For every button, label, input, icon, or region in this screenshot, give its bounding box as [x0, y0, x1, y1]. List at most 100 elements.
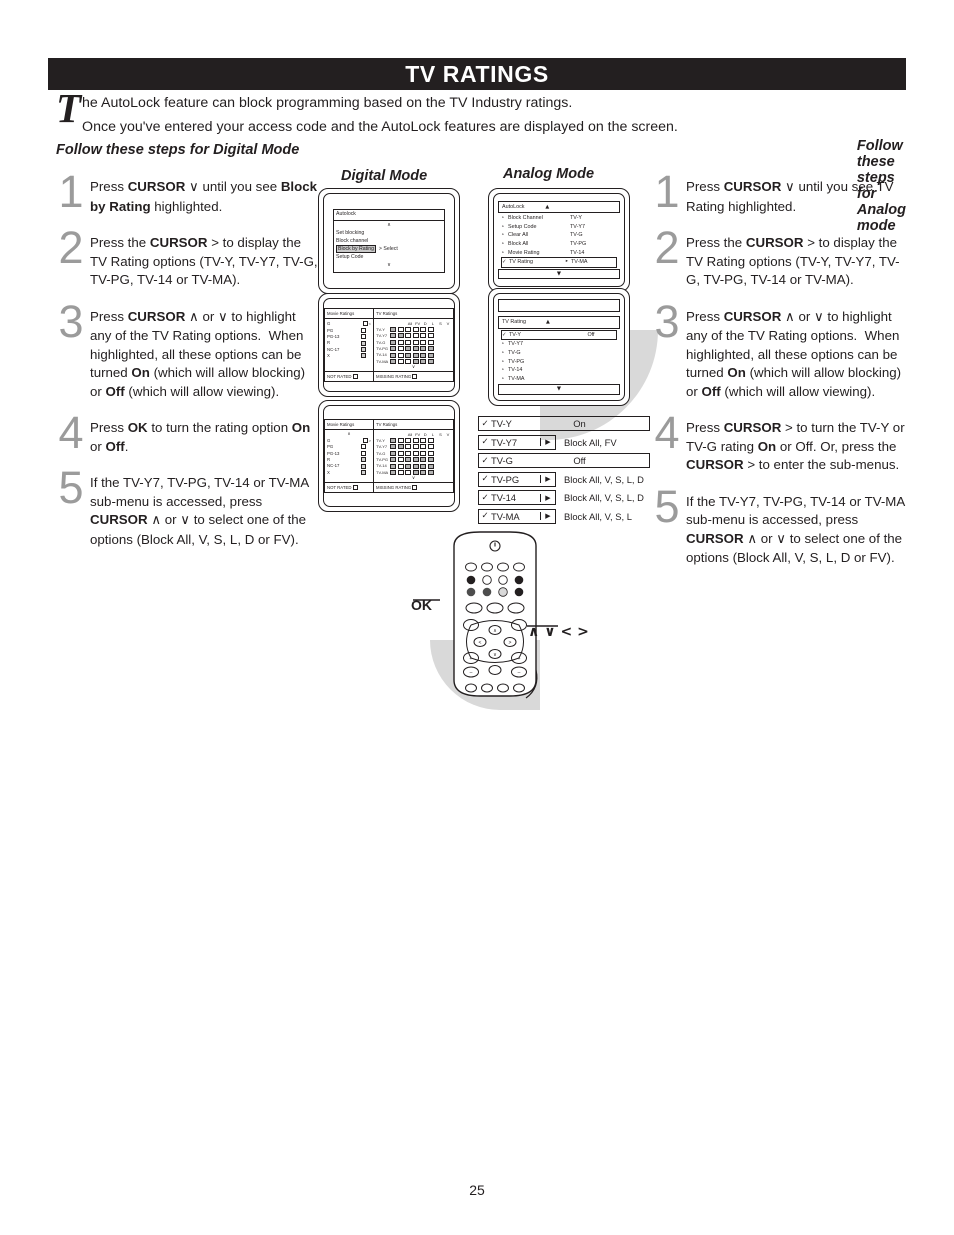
- rating-option-row[interactable]: ✓ TV-G Off: [478, 453, 650, 468]
- checkbox[interactable]: [397, 327, 404, 333]
- checkbox[interactable]: [361, 463, 366, 469]
- checkbox[interactable]: [420, 327, 427, 333]
- missing-rating-row[interactable]: MISSING RATING: [374, 483, 453, 492]
- checkbox[interactable]: [397, 469, 404, 475]
- checkbox[interactable]: [397, 450, 404, 456]
- rating-option-pill[interactable]: ✓ TV-G Off: [478, 453, 650, 468]
- rating-option-pill[interactable]: ✓ TV-Y7 ▶: [478, 434, 556, 450]
- scroll-down-icon[interactable]: ▼: [498, 384, 620, 395]
- checkbox[interactable]: [390, 450, 396, 456]
- checkbox[interactable]: [397, 457, 404, 463]
- movie-rating-row[interactable]: PG: [327, 327, 371, 333]
- menu-item[interactable]: ∘ Movie Rating TV-14: [501, 249, 617, 258]
- checkbox[interactable]: [405, 352, 412, 358]
- checkbox[interactable]: [405, 469, 412, 475]
- checkbox[interactable]: [427, 463, 434, 469]
- checkbox[interactable]: [420, 450, 427, 456]
- scroll-down-icon[interactable]: ▼: [498, 268, 620, 280]
- scroll-down-icon[interactable]: ∨: [376, 365, 451, 371]
- checkbox[interactable]: [390, 463, 396, 469]
- checkbox[interactable]: [352, 485, 358, 491]
- rating-option-row[interactable]: ✓ TV-14 ▶ Block All, V, S, L, D: [478, 490, 650, 505]
- checkbox[interactable]: [405, 457, 412, 463]
- movie-rating-row[interactable]: NC-17: [327, 346, 371, 352]
- menu-item[interactable]: Set blocking: [336, 229, 442, 237]
- movie-rating-row[interactable]: X: [327, 469, 371, 475]
- movie-rating-row[interactable]: X: [327, 353, 371, 359]
- menu-item[interactable]: ∘ TV-PG: [501, 358, 617, 367]
- checkbox[interactable]: [390, 444, 396, 450]
- checkbox[interactable]: [361, 340, 366, 346]
- checkbox[interactable]: [361, 457, 366, 463]
- scroll-up-icon[interactable]: ▲: [546, 318, 550, 327]
- menu-item[interactable]: ∘ TV-MA: [501, 375, 617, 384]
- checkbox[interactable]: [390, 339, 396, 345]
- checkbox[interactable]: [361, 346, 366, 352]
- checkbox[interactable]: [412, 469, 419, 475]
- submenu-arrow-icon[interactable]: ▶: [540, 493, 555, 502]
- movie-rating-row[interactable]: G <: [327, 321, 371, 327]
- checkbox[interactable]: [427, 346, 434, 352]
- checkbox[interactable]: [397, 333, 404, 339]
- rating-option-pill[interactable]: ✓ TV-14 ▶: [478, 490, 556, 505]
- rating-option-row[interactable]: ✓ TV-PG ▶ Block All, V, S, L, D: [478, 471, 650, 487]
- rating-option-row[interactable]: ✓ TV-Y On: [478, 416, 650, 431]
- rating-option-pill[interactable]: ✓ TV-Y On: [478, 416, 650, 431]
- checkbox[interactable]: [390, 469, 396, 475]
- checkbox[interactable]: [405, 358, 412, 364]
- checkbox[interactable]: [427, 438, 434, 444]
- checkbox[interactable]: [420, 333, 427, 339]
- checkbox[interactable]: [352, 374, 358, 380]
- checkbox[interactable]: [397, 346, 404, 352]
- menu-item[interactable]: ∘ Block All TV-PG: [501, 240, 617, 249]
- checkbox[interactable]: [427, 327, 434, 333]
- checkbox[interactable]: [412, 346, 419, 352]
- checkbox[interactable]: [405, 339, 412, 345]
- checkbox[interactable]: [427, 444, 434, 450]
- menu-item[interactable]: ✓ TV-Y Off: [501, 329, 617, 341]
- checkbox[interactable]: [361, 353, 366, 359]
- movie-rating-row[interactable]: PG-13: [327, 334, 371, 340]
- checkbox[interactable]: [412, 327, 419, 333]
- checkbox[interactable]: [412, 485, 418, 491]
- checkbox[interactable]: [420, 463, 427, 469]
- checkbox[interactable]: [397, 352, 404, 358]
- menu-item[interactable]: ∘ Block Channel TV-Y: [501, 214, 617, 223]
- checkbox[interactable]: [427, 450, 434, 456]
- checkbox[interactable]: [420, 346, 427, 352]
- checkbox[interactable]: [361, 444, 366, 450]
- not-rated-row[interactable]: NOT RATED: [325, 483, 374, 492]
- checkbox[interactable]: [390, 346, 396, 352]
- checkbox[interactable]: [427, 333, 434, 339]
- checkbox[interactable]: [427, 469, 434, 475]
- menu-item[interactable]: ✓ TV Rating ▸ TV-MA: [501, 257, 617, 268]
- missing-rating-row[interactable]: MISSING RATING: [374, 372, 453, 381]
- menu-item[interactable]: ∘ TV-Y7: [501, 340, 617, 349]
- checkbox[interactable]: [412, 450, 419, 456]
- checkbox[interactable]: [405, 450, 412, 456]
- rating-option-row[interactable]: ✓ TV-Y7 ▶ Block All, FV: [478, 434, 650, 450]
- movie-rating-row[interactable]: R: [327, 340, 371, 346]
- checkbox[interactable]: [412, 352, 419, 358]
- checkbox[interactable]: [412, 333, 419, 339]
- checkbox[interactable]: [390, 352, 396, 358]
- menu-item[interactable]: ∘ Setup Code TV-Y7: [501, 223, 617, 232]
- checkbox[interactable]: [412, 438, 419, 444]
- checkbox[interactable]: [420, 444, 427, 450]
- checkbox[interactable]: [420, 457, 427, 463]
- checkbox[interactable]: [427, 358, 434, 364]
- checkbox[interactable]: [412, 444, 419, 450]
- checkbox[interactable]: [412, 457, 419, 463]
- checkbox[interactable]: [420, 339, 427, 345]
- checkbox[interactable]: [361, 327, 366, 333]
- menu-item[interactable]: Setup Code: [336, 254, 442, 262]
- checkbox[interactable]: [405, 327, 412, 333]
- checkbox[interactable]: [361, 334, 366, 340]
- movie-rating-row[interactable]: G >: [327, 437, 371, 444]
- movie-rating-row[interactable]: R: [327, 457, 371, 463]
- checkbox[interactable]: [427, 352, 434, 358]
- checkbox[interactable]: [397, 444, 404, 450]
- scroll-down-icon[interactable]: ∨: [376, 476, 451, 482]
- movie-rating-row[interactable]: NC-17: [327, 463, 371, 469]
- rating-option-row[interactable]: ✓ TV-MA ▶ Block All, V, S, L: [478, 508, 650, 524]
